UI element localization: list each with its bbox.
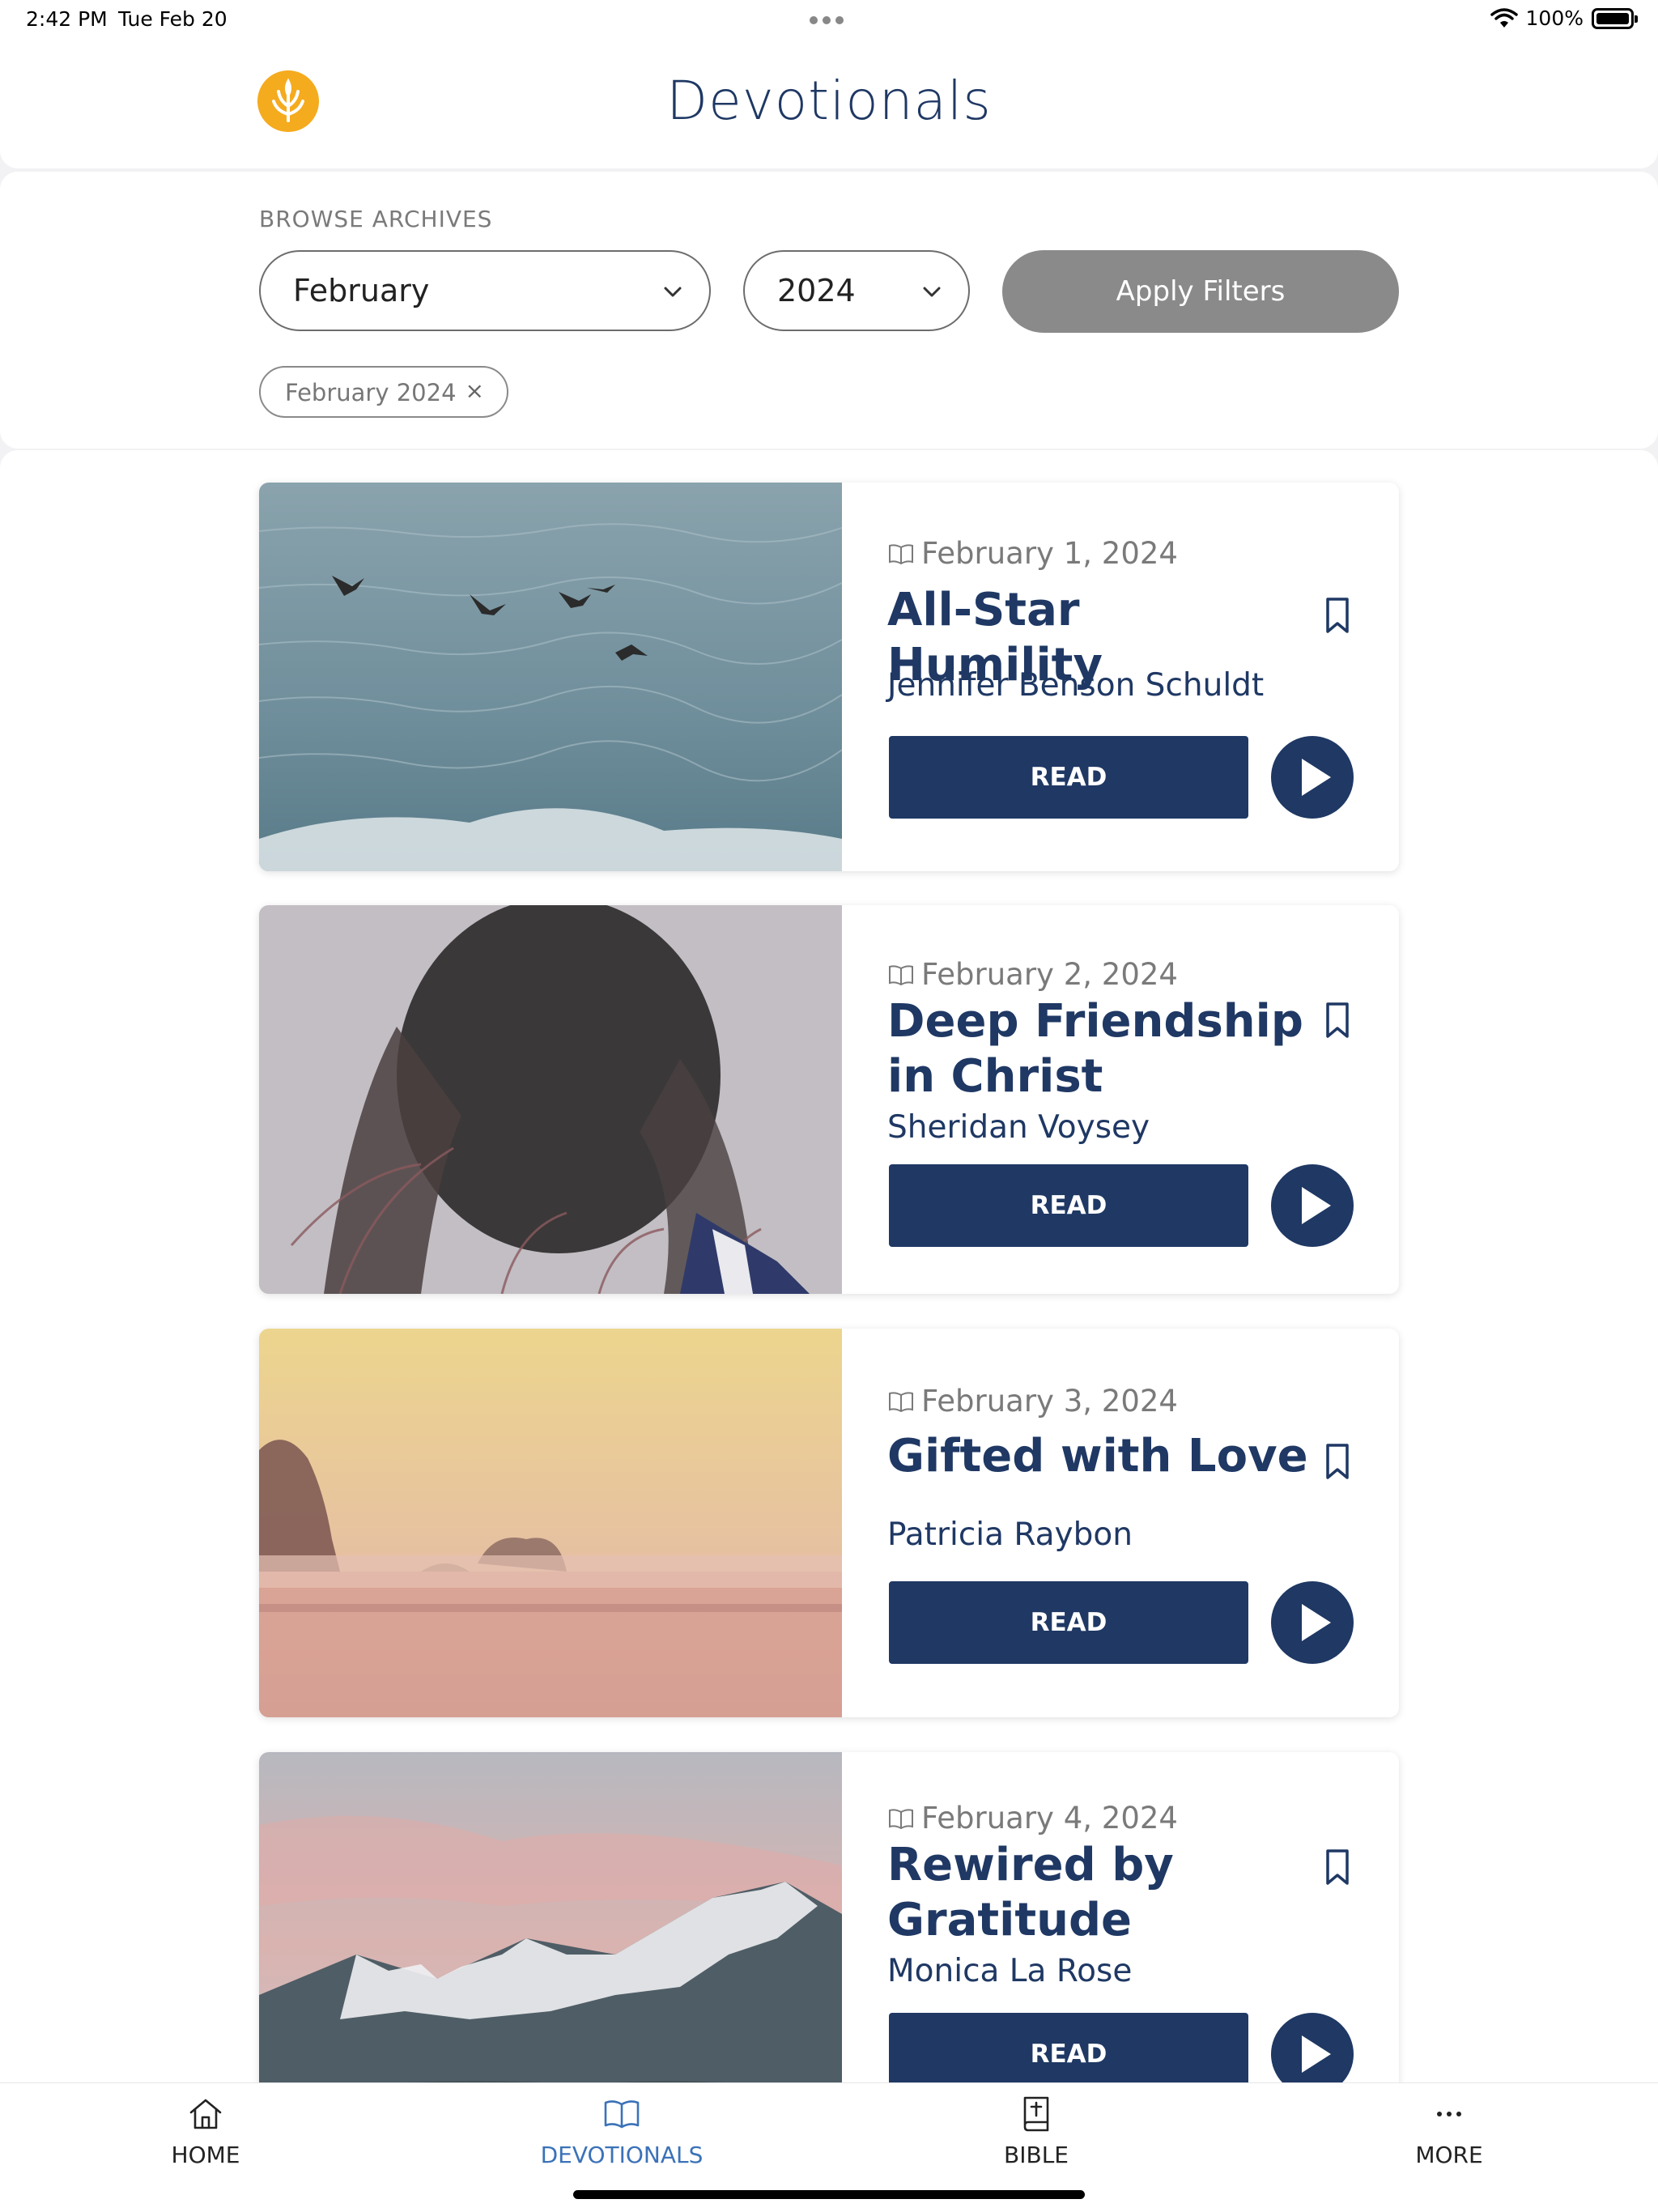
devotional-image-misty-field[interactable]: [259, 1329, 842, 1717]
play-audio-button[interactable]: [1271, 1164, 1354, 1247]
filter-panel: BROWSE ARCHIVES February 2024 Apply Filt…: [0, 172, 1658, 449]
close-icon[interactable]: ×: [466, 377, 484, 404]
home-indicator[interactable]: [573, 2190, 1085, 2199]
devotional-card[interactable]: February 2, 2024 Deep Friendship in Chri…: [259, 905, 1399, 1294]
devotional-date-text: February 3, 2024: [921, 1384, 1178, 1419]
status-bar: 2:42 PM Tue Feb 20 100%: [0, 0, 1658, 40]
open-book-icon: [889, 1808, 913, 1829]
filter-chip-label: February 2024: [285, 379, 457, 406]
month-select-value: February: [293, 273, 430, 308]
status-date: Tue Feb 20: [118, 7, 227, 31]
play-icon: [1302, 2035, 1331, 2073]
devotional-card[interactable]: February 1, 2024 All-Star Humility Jenni…: [259, 483, 1399, 871]
home-icon: [189, 2099, 222, 2129]
open-book-icon: [604, 2100, 640, 2129]
tab-bible-label: BIBLE: [1004, 2142, 1069, 2168]
devotional-author: Jennifer Benson Schuldt: [887, 667, 1265, 704]
play-icon: [1302, 1604, 1331, 1641]
status-indicators: 100%: [1490, 6, 1638, 30]
devotional-author: Monica La Rose: [887, 1953, 1133, 1989]
more-dots-icon: [1437, 2112, 1461, 2116]
tab-more-label: MORE: [1415, 2142, 1483, 2168]
devotional-card[interactable]: February 4, 2024 Rewired by Gratitude Mo…: [259, 1752, 1399, 2082]
year-select[interactable]: 2024: [743, 250, 970, 331]
devotional-date-text: February 4, 2024: [921, 1801, 1178, 1836]
year-select-value: 2024: [777, 273, 856, 308]
devotional-date-text: February 2, 2024: [921, 957, 1178, 992]
bookmark-icon[interactable]: [1321, 1001, 1354, 1040]
open-book-icon: [889, 1391, 913, 1412]
devotional-title[interactable]: Gifted with Love: [887, 1429, 1308, 1484]
apply-filters-button[interactable]: Apply Filters: [1002, 250, 1399, 333]
status-time: 2:42 PM: [26, 7, 108, 31]
read-button[interactable]: READ: [889, 2013, 1248, 2082]
bible-icon: [1023, 2096, 1049, 2132]
bookmark-icon[interactable]: [1321, 1442, 1354, 1481]
chevron-down-icon: [923, 287, 941, 297]
devotional-date: February 3, 2024: [887, 1384, 1178, 1419]
read-button[interactable]: READ: [889, 1164, 1248, 1247]
tab-devotionals-label: DEVOTIONALS: [540, 2142, 704, 2168]
app-header: Devotionals: [0, 40, 1658, 168]
play-audio-button[interactable]: [1271, 1581, 1354, 1664]
tab-devotionals[interactable]: DEVOTIONALS: [500, 2095, 743, 2168]
open-book-icon: [889, 964, 913, 985]
devotional-date-text: February 1, 2024: [921, 536, 1178, 571]
devotionals-list: February 1, 2024 All-Star Humility Jenni…: [0, 450, 1658, 2082]
devotional-author: Patricia Raybon: [887, 1516, 1133, 1553]
multitasking-dots-icon[interactable]: [810, 16, 844, 24]
devotional-date: February 2, 2024: [887, 957, 1178, 992]
browse-archives-label: BROWSE ARCHIVES: [259, 206, 493, 232]
battery-percent: 100%: [1525, 6, 1584, 30]
play-audio-button[interactable]: [1271, 736, 1354, 819]
active-filter-chip: February 2024 ×: [259, 366, 508, 418]
tab-home[interactable]: HOME: [84, 2095, 327, 2168]
month-select[interactable]: February: [259, 250, 711, 331]
devotional-date: February 1, 2024: [887, 536, 1178, 571]
battery-icon: [1592, 7, 1638, 29]
devotional-title[interactable]: Deep Friendship in Christ: [887, 994, 1308, 1104]
devotional-image-person-hair[interactable]: [259, 905, 842, 1294]
chevron-down-icon: [664, 287, 682, 297]
devotional-date: February 4, 2024: [887, 1801, 1178, 1836]
devotional-image-mountains[interactable]: [259, 1752, 842, 2082]
play-icon: [1302, 759, 1331, 796]
bookmark-icon[interactable]: [1321, 596, 1354, 635]
tab-more[interactable]: MORE: [1328, 2095, 1571, 2168]
devotional-image-sea-birds[interactable]: [259, 483, 842, 871]
read-button[interactable]: READ: [889, 736, 1248, 819]
open-book-icon: [889, 543, 913, 564]
page-title: Devotionals: [666, 70, 992, 132]
tab-bible[interactable]: BIBLE: [915, 2095, 1158, 2168]
wifi-icon: [1490, 7, 1518, 28]
bookmark-icon[interactable]: [1321, 1848, 1354, 1887]
devotional-author: Sheridan Voysey: [887, 1109, 1150, 1146]
devotional-card[interactable]: February 3, 2024 Gifted with Love Patric…: [259, 1329, 1399, 1717]
read-button[interactable]: READ: [889, 1581, 1248, 1664]
devotional-title[interactable]: Rewired by Gratitude: [887, 1838, 1308, 1948]
tab-home-label: HOME: [171, 2142, 240, 2168]
play-audio-button[interactable]: [1271, 2013, 1354, 2082]
play-icon: [1302, 1187, 1331, 1224]
